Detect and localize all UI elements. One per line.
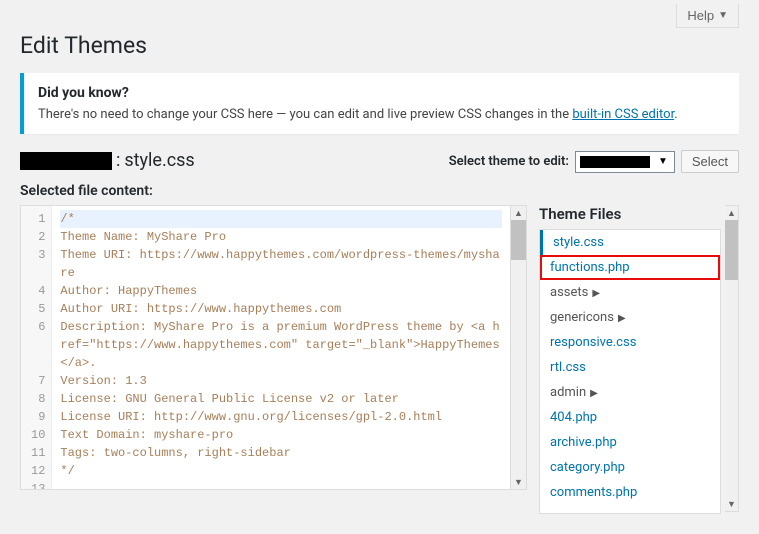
chevron-right-icon: ▶ — [590, 388, 598, 399]
help-button[interactable]: Help ▼ — [676, 4, 739, 28]
header-row: : style.css Select theme to edit: ▼ Sele… — [20, 150, 739, 173]
topbar: Help ▼ — [20, 0, 739, 28]
code-line: Author URI: https://www.happythemes.com — [60, 300, 502, 318]
file-item-label: functions.php — [550, 260, 630, 275]
code-line: Description: MyShare Pro is a premium Wo… — [60, 318, 502, 372]
css-notice: Did you know? There's no need to change … — [20, 73, 739, 134]
code-line: /* — [60, 210, 502, 228]
file-item-label: rtl.css — [550, 360, 586, 375]
theme-file-item[interactable]: responsive.css — [540, 330, 720, 355]
theme-name-redacted — [20, 152, 112, 170]
code-line: Text Domain: myshare-pro — [60, 426, 502, 444]
chevron-right-icon: ▶ — [592, 288, 600, 299]
theme-file-item[interactable]: rtl.css — [540, 355, 720, 380]
file-item-label: genericons — [550, 310, 614, 325]
file-separator: : — [116, 150, 120, 171]
current-filename: style.css — [124, 150, 194, 171]
file-item-label: archive.php — [550, 435, 617, 450]
file-item-label: category.php — [550, 460, 625, 475]
scroll-thumb[interactable] — [725, 220, 738, 280]
file-item-label: admin — [550, 385, 586, 400]
theme-file-item[interactable]: functions.php — [540, 255, 720, 280]
file-item-label: style.css — [553, 235, 604, 250]
file-item-label: comments.php — [550, 485, 637, 500]
scroll-up-icon[interactable]: ▲ — [725, 206, 738, 220]
theme-file-item[interactable]: category.php — [540, 455, 720, 480]
file-item-label: 404.php — [550, 410, 597, 425]
code-content[interactable]: /*Theme Name: MyShare ProTheme URI: http… — [52, 206, 510, 489]
theme-file-item[interactable]: 404.php — [540, 405, 720, 430]
theme-files-heading: Theme Files — [539, 205, 721, 223]
code-editor[interactable]: 12345678910111213 /*Theme Name: MyShare … — [20, 205, 527, 490]
files-scrollbar[interactable]: ▲ ▼ — [725, 205, 739, 512]
theme-select-label: Select theme to edit: — [449, 154, 569, 169]
code-line: Theme URI: https://www.happythemes.com/w… — [60, 246, 502, 282]
theme-file-item[interactable]: assets ▶ — [540, 280, 720, 305]
notice-body: There's no need to change your CSS here … — [38, 107, 725, 122]
selected-theme-redacted — [580, 156, 650, 168]
code-line: License URI: http://www.gnu.org/licenses… — [60, 408, 502, 426]
chevron-right-icon: ▶ — [618, 313, 626, 324]
editor-layout: 12345678910111213 /*Theme Name: MyShare … — [20, 205, 739, 514]
chevron-down-icon: ▼ — [718, 10, 728, 21]
theme-select-row: Select theme to edit: ▼ Select — [449, 150, 739, 173]
select-button[interactable]: Select — [681, 150, 739, 173]
theme-file-item[interactable]: style.css — [540, 230, 720, 255]
theme-editor-wrap: Help ▼ Edit Themes Did you know? There's… — [0, 0, 759, 534]
files-column: Theme Files style.css functions.php assets… — [539, 205, 739, 514]
code-line: Version: 1.3 — [60, 372, 502, 390]
help-label: Help — [687, 8, 714, 23]
theme-file-item[interactable]: genericons ▶ — [540, 305, 720, 330]
code-line: Tags: two-columns, right-sidebar — [60, 444, 502, 462]
notice-heading: Did you know? — [38, 85, 725, 101]
scroll-down-icon[interactable]: ▼ — [511, 475, 526, 489]
code-line: Theme Name: MyShare Pro — [60, 228, 502, 246]
code-line: License: GNU General Public License v2 o… — [60, 390, 502, 408]
page-title: Edit Themes — [20, 32, 739, 59]
notice-body-prefix: There's no need to change your CSS here … — [38, 107, 572, 122]
code-line: Author: HappyThemes — [60, 282, 502, 300]
code-line: */ — [60, 462, 502, 480]
notice-body-suffix: . — [674, 107, 677, 122]
editor-scrollbar[interactable]: ▲ ▼ — [510, 206, 526, 489]
theme-file-item[interactable]: archive.php — [540, 430, 720, 455]
chevron-down-icon: ▼ — [658, 156, 668, 167]
scroll-down-icon[interactable]: ▼ — [725, 497, 738, 511]
theme-file-item[interactable]: admin ▶ — [540, 380, 720, 405]
selected-file-label: Selected file content: — [20, 183, 739, 199]
file-item-label: responsive.css — [550, 335, 636, 350]
line-gutter: 12345678910111213 — [21, 206, 52, 489]
file-item-label: assets — [550, 285, 588, 300]
built-in-css-link[interactable]: built-in CSS editor — [572, 107, 674, 122]
theme-file-item[interactable]: comments.php — [540, 480, 720, 505]
theme-file-list: style.css functions.php assets ▶ genericons ▶… — [539, 229, 721, 514]
scroll-up-icon[interactable]: ▲ — [511, 206, 526, 220]
theme-select[interactable]: ▼ — [575, 151, 675, 173]
editor-column: 12345678910111213 /*Theme Name: MyShare … — [20, 205, 527, 490]
scroll-thumb[interactable] — [511, 220, 526, 260]
current-file: : style.css — [20, 150, 195, 171]
